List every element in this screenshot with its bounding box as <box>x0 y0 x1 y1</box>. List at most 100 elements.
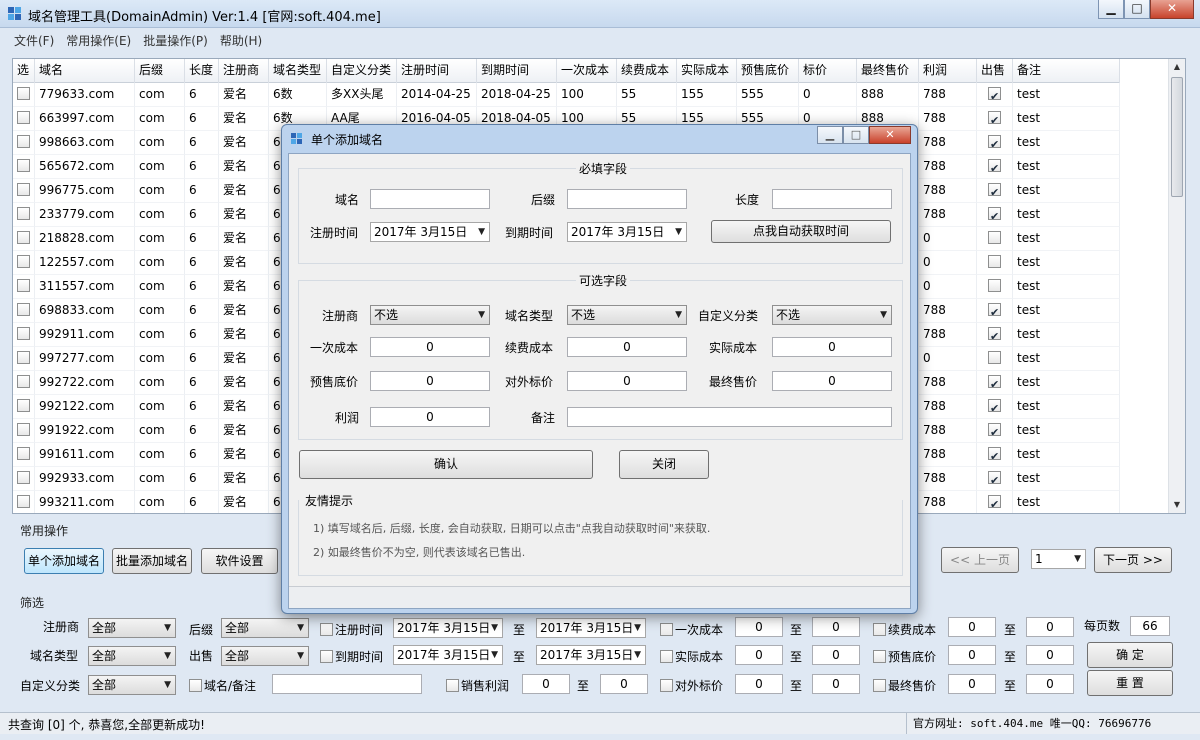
filter-registrar-select[interactable]: 全部 ▼ <box>88 618 176 638</box>
sold-checkbox[interactable] <box>988 205 1001 226</box>
filter-list-to[interactable]: 0 <box>812 674 860 694</box>
filter-type-select[interactable]: 全部 ▼ <box>88 646 176 666</box>
row-select-checkbox[interactable] <box>17 351 30 364</box>
row-select-checkbox[interactable] <box>17 447 30 460</box>
dialog-close-button[interactable]: ✕ <box>869 126 911 144</box>
column-header[interactable]: 最终售价 <box>857 59 919 83</box>
sold-checkbox[interactable] <box>988 85 1001 106</box>
filter-list-from[interactable]: 0 <box>735 674 783 694</box>
page-select[interactable]: 1 ▼ <box>1031 549 1086 569</box>
sold-checkbox[interactable] <box>988 231 1001 244</box>
sold-checkbox[interactable] <box>988 445 1001 466</box>
sold-checkbox[interactable] <box>988 301 1001 322</box>
row-select-checkbox[interactable] <box>17 423 30 436</box>
sold-checkbox[interactable] <box>988 279 1001 292</box>
close-button[interactable]: ✕ <box>1150 0 1194 19</box>
row-select-checkbox[interactable] <box>17 231 30 244</box>
scroll-thumb[interactable] <box>1171 77 1183 197</box>
menu-common-ops[interactable]: 常用操作(E) <box>60 32 137 49</box>
filter-suffix-select[interactable]: 全部 ▼ <box>221 618 309 638</box>
dlg-final-input[interactable]: 0 <box>772 371 892 391</box>
row-select-checkbox[interactable] <box>17 183 30 196</box>
row-select-checkbox[interactable] <box>17 375 30 388</box>
column-header[interactable]: 利润 <box>919 59 977 83</box>
menu-batch-ops[interactable]: 批量操作(P) <box>137 32 214 49</box>
per-page-input[interactable]: 66 <box>1130 616 1170 636</box>
dialog-cancel-button[interactable]: 关闭 <box>619 450 709 479</box>
sold-checkbox[interactable] <box>988 255 1001 268</box>
filter-exp-to-date[interactable]: 2017年 3月15日 ▼ <box>536 645 646 665</box>
row-select-checkbox[interactable] <box>17 207 30 220</box>
filter-cost1-from[interactable]: 0 <box>735 617 783 637</box>
sold-checkbox[interactable] <box>988 351 1001 364</box>
filter-profit-from[interactable]: 0 <box>522 674 570 694</box>
row-select-checkbox[interactable] <box>17 279 30 292</box>
dialog-maximize-button[interactable]: □ <box>843 126 869 144</box>
filter-domain-note-checkbox[interactable]: 域名/备注 <box>189 677 256 694</box>
row-select-checkbox[interactable] <box>17 303 30 316</box>
row-select-checkbox[interactable] <box>17 327 30 340</box>
sold-checkbox[interactable] <box>988 469 1001 490</box>
filter-actual-checkbox[interactable]: 实际成本 <box>660 648 723 665</box>
dialog-ok-button[interactable]: 确认 <box>299 450 593 479</box>
sold-checkbox[interactable] <box>988 493 1001 513</box>
filter-actual-to[interactable]: 0 <box>812 645 860 665</box>
column-header[interactable]: 域名类型 <box>269 59 327 83</box>
row-select-checkbox[interactable] <box>17 495 30 508</box>
filter-renew-from[interactable]: 0 <box>948 617 996 637</box>
row-select-checkbox[interactable] <box>17 135 30 148</box>
row-select-checkbox[interactable] <box>17 111 30 124</box>
column-header[interactable]: 一次成本 <box>557 59 617 83</box>
sold-checkbox[interactable] <box>988 109 1001 130</box>
column-header[interactable]: 备注 <box>1013 59 1120 83</box>
row-select-checkbox[interactable] <box>17 399 30 412</box>
filter-final-checkbox[interactable]: 最终售价 <box>873 677 936 694</box>
row-select-checkbox[interactable] <box>17 159 30 172</box>
menu-file[interactable]: 文件(F) <box>8 32 60 49</box>
filter-exp-time-checkbox[interactable]: 到期时间 <box>320 648 383 665</box>
row-select-checkbox[interactable] <box>17 87 30 100</box>
column-header[interactable]: 注册商 <box>219 59 269 83</box>
column-header[interactable]: 选 <box>13 59 35 83</box>
dlg-type-select[interactable]: 不选 ▼ <box>567 305 687 325</box>
filter-profit-to[interactable]: 0 <box>600 674 648 694</box>
column-header[interactable]: 到期时间 <box>477 59 557 83</box>
add-single-button[interactable]: 单个添加域名 <box>24 548 104 574</box>
row-select-checkbox[interactable] <box>17 255 30 268</box>
dlg-length-input[interactable] <box>772 189 892 209</box>
column-header[interactable]: 后缀 <box>135 59 185 83</box>
filter-cost1-to[interactable]: 0 <box>812 617 860 637</box>
filter-cost1-checkbox[interactable]: 一次成本 <box>660 621 723 638</box>
dlg-registrar-select[interactable]: 不选 ▼ <box>370 305 490 325</box>
auto-time-button[interactable]: 点我自动获取时间 <box>711 220 891 243</box>
sold-checkbox[interactable] <box>988 325 1001 346</box>
filter-presale-checkbox[interactable]: 预售底价 <box>873 648 936 665</box>
column-header[interactable]: 标价 <box>799 59 857 83</box>
sold-checkbox[interactable] <box>988 373 1001 394</box>
dlg-suffix-input[interactable] <box>567 189 687 209</box>
dlg-renew-input[interactable]: 0 <box>567 337 687 357</box>
vertical-scrollbar[interactable]: ▲ ▼ <box>1168 59 1185 513</box>
minimize-button[interactable]: ▁ <box>1098 0 1124 19</box>
filter-actual-from[interactable]: 0 <box>735 645 783 665</box>
dlg-exp-date[interactable]: 2017年 3月15日 ▼ <box>567 222 687 242</box>
filter-renew-to[interactable]: 0 <box>1026 617 1074 637</box>
dlg-reg-date[interactable]: 2017年 3月15日 ▼ <box>370 222 490 242</box>
filter-presale-to[interactable]: 0 <box>1026 645 1074 665</box>
filter-category-select[interactable]: 全部 ▼ <box>88 675 176 695</box>
filter-presale-from[interactable]: 0 <box>948 645 996 665</box>
maximize-button[interactable]: □ <box>1124 0 1150 19</box>
sold-checkbox[interactable] <box>988 421 1001 442</box>
filter-reg-from-date[interactable]: 2017年 3月15日 ▼ <box>393 618 503 638</box>
filter-reg-time-checkbox[interactable]: 注册时间 <box>320 621 383 638</box>
sold-checkbox[interactable] <box>988 181 1001 202</box>
next-page-button[interactable]: 下一页 >> <box>1094 547 1172 573</box>
dlg-list-input[interactable]: 0 <box>567 371 687 391</box>
column-header[interactable]: 实际成本 <box>677 59 737 83</box>
filter-renew-checkbox[interactable]: 续费成本 <box>873 621 936 638</box>
add-batch-button[interactable]: 批量添加域名 <box>112 548 192 574</box>
column-header[interactable]: 长度 <box>185 59 219 83</box>
scroll-up-icon[interactable]: ▲ <box>1169 59 1185 75</box>
sold-checkbox[interactable] <box>988 157 1001 178</box>
dlg-category-select[interactable]: 不选 ▼ <box>772 305 892 325</box>
